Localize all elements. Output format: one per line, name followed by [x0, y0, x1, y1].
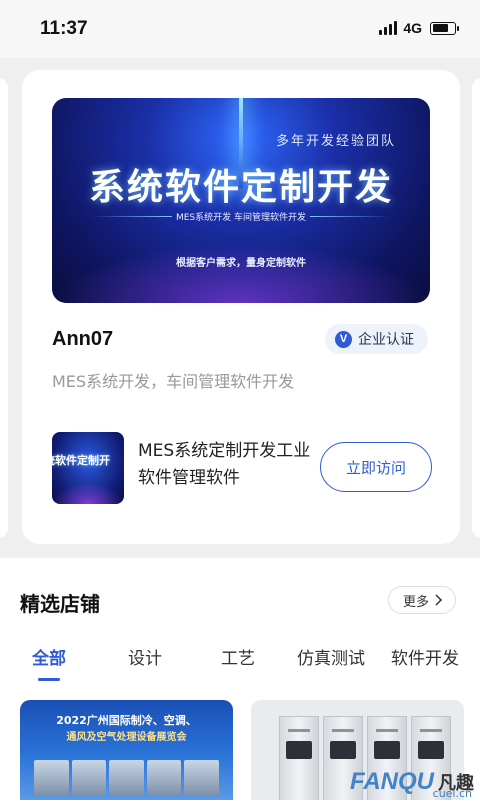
next-card-peek[interactable] — [472, 78, 480, 538]
expo-heading: 2022广州国际制冷、空调、 — [56, 714, 197, 727]
network-type: 4G — [403, 20, 422, 36]
more-button[interactable]: 更多 — [387, 586, 456, 614]
visit-now-button[interactable]: 立即访问 — [320, 442, 432, 492]
verified-icon: V — [335, 330, 352, 348]
prev-card-peek[interactable] — [0, 78, 8, 538]
banner-subtitle: 多年开发经验团队 — [275, 134, 396, 149]
expo-photos — [34, 760, 219, 796]
tab-all[interactable]: 全部 — [32, 644, 66, 669]
battery-icon — [430, 21, 459, 35]
signal-icon — [379, 21, 398, 35]
shop-card-image-expo[interactable]: 2022广州国际制冷、空调、 通风及空气处理设备展览会 — [20, 700, 233, 800]
shop-name[interactable]: Ann07 — [52, 328, 113, 351]
enterprise-cert-badge: V 企业认证 — [325, 324, 428, 354]
watermark-brand: FANQU — [350, 768, 434, 795]
product-item[interactable]: 统软件定制开 MES系统定制开发工业软件管理软件 立即访问 — [52, 432, 432, 508]
status-bar: 11:37 4G — [0, 0, 480, 58]
featured-shop-card[interactable]: 多年开发经验团队 系统软件定制开发 MES系统开发 车间管理软件开发 根据客户需… — [22, 70, 460, 544]
chevron-right-icon — [435, 594, 443, 606]
shop-banner-image[interactable]: 多年开发经验团队 系统软件定制开发 MES系统开发 车间管理软件开发 根据客户需… — [52, 98, 430, 303]
banner-tags: MES系统开发 车间管理软件开发 — [175, 213, 307, 223]
tab-design[interactable]: 设计 — [128, 644, 162, 669]
watermark-url: cuel.cn — [432, 787, 472, 800]
status-time: 11:37 — [40, 18, 88, 39]
featured-shops-section: 精选店铺 更多 全部 设计 工艺 仿真测试 软件开发 2022广州国际制冷、空调… — [0, 558, 480, 800]
banner-headline: 系统软件定制开发 — [88, 167, 393, 208]
category-tabs: 全部 设计 工艺 仿真测试 软件开发 — [0, 644, 480, 684]
tab-process[interactable]: 工艺 — [221, 644, 255, 669]
product-thumbnail[interactable]: 统软件定制开 — [52, 432, 124, 504]
tab-software-dev[interactable]: 软件开发 — [391, 644, 459, 669]
product-title[interactable]: MES系统定制开发工业软件管理软件 — [138, 438, 320, 492]
thumbnail-text: 统软件定制开 — [52, 454, 110, 467]
section-title: 精选店铺 — [20, 592, 100, 616]
banner-slogan: 根据客户需求，量身定制软件 — [176, 258, 306, 269]
more-label: 更多 — [402, 594, 429, 610]
featured-carousel[interactable]: 多年开发经验团队 系统软件定制开发 MES系统开发 车间管理软件开发 根据客户需… — [0, 58, 480, 558]
shop-description: MES系统开发，车间管理软件开发 — [52, 372, 295, 391]
status-indicators: 4G — [379, 20, 459, 36]
cert-label: 企业认证 — [358, 332, 414, 348]
cabinet-image — [279, 716, 319, 800]
active-tab-indicator — [38, 678, 60, 681]
tab-simulation-test[interactable]: 仿真测试 — [297, 644, 365, 669]
expo-subheading: 通风及空气处理设备展览会 — [66, 732, 187, 743]
